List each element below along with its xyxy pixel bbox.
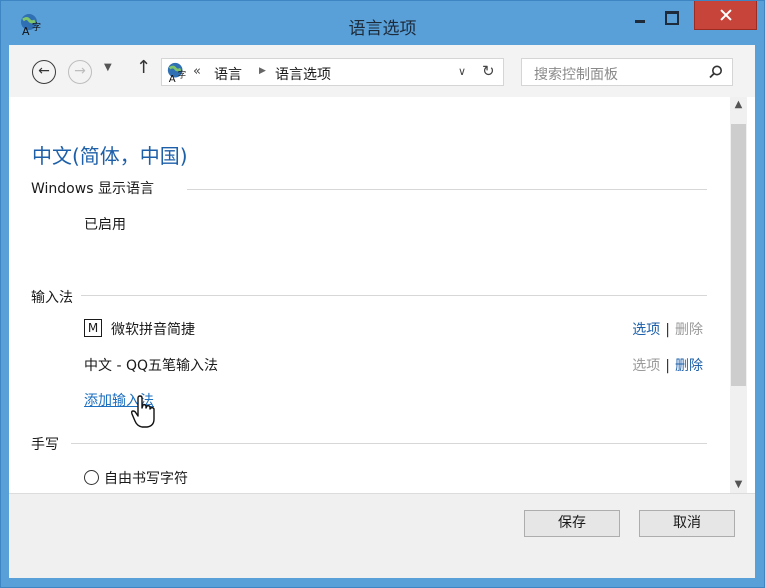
title-bar[interactable]: A 字 语言选项 bbox=[1, 1, 764, 45]
input-method-name: 微软拼音简捷 bbox=[111, 322, 195, 338]
input-method-title: 输入法 bbox=[31, 290, 73, 306]
scroll-up-arrow-icon[interactable]: ▲ bbox=[730, 99, 747, 110]
search-placeholder: 搜索控制面板 bbox=[534, 67, 618, 83]
freehand-radio-label[interactable]: 自由书写字符 bbox=[104, 468, 188, 488]
input-method-options-link: 选项 bbox=[632, 358, 661, 374]
recent-locations-icon[interactable]: ▼ bbox=[104, 62, 112, 73]
display-language-status: 已启用 bbox=[84, 217, 126, 233]
breadcrumb-arrow-icon[interactable]: ▶ bbox=[259, 66, 266, 76]
hand-cursor-icon bbox=[130, 395, 155, 428]
save-button[interactable]: 保存 bbox=[524, 510, 620, 537]
search-icon[interactable] bbox=[708, 64, 724, 80]
cancel-button[interactable]: 取消 bbox=[639, 510, 735, 537]
language-globe-icon: A 字 bbox=[167, 62, 186, 83]
divider bbox=[187, 189, 707, 190]
svg-text:A: A bbox=[169, 74, 176, 83]
input-method-badge-icon: M bbox=[84, 319, 102, 337]
forward-button[interactable]: → bbox=[68, 60, 92, 84]
input-method-remove-link: 删除 bbox=[675, 322, 703, 338]
input-method-remove-link[interactable]: 删除 bbox=[675, 358, 703, 374]
input-method-name: 中文 - QQ五笔输入法 bbox=[84, 358, 218, 374]
back-button[interactable]: ← bbox=[32, 60, 56, 84]
address-bar[interactable]: A 字 « 语言 ▶ 语言选项 ∨ ↻ bbox=[161, 58, 504, 86]
handwriting-title: 手写 bbox=[31, 437, 59, 453]
main-content: 中文(简体，中国) Windows 显示语言 已启用 输入法 M 微软拼音简捷 … bbox=[9, 97, 755, 493]
separator: | bbox=[665, 358, 670, 374]
input-method-actions: 选项 | 删除 bbox=[632, 319, 703, 339]
freehand-radio[interactable] bbox=[84, 470, 99, 485]
minimize-button[interactable] bbox=[627, 1, 653, 31]
close-button[interactable] bbox=[694, 1, 757, 30]
overflow-chevron-icon[interactable]: « bbox=[193, 64, 201, 79]
scroll-down-arrow-icon[interactable]: ▼ bbox=[730, 479, 747, 490]
address-dropdown-icon[interactable]: ∨ bbox=[458, 65, 466, 78]
navigation-bar: ← → ▼ ↑ A 字 « 语言 ▶ 语言选项 ∨ ↻ 搜索控制面板 bbox=[9, 45, 755, 97]
language-options-window: A 字 语言选项 ← → ▼ ↑ A 字 « 语言 ▶ 语言选项 ∨ ↻ 搜索控… bbox=[0, 0, 765, 588]
vertical-scrollbar[interactable]: ▲ ▼ bbox=[730, 97, 747, 493]
breadcrumb-language[interactable]: 语言 bbox=[214, 64, 242, 84]
scroll-thumb[interactable] bbox=[731, 124, 746, 386]
divider bbox=[81, 295, 707, 296]
separator: | bbox=[665, 322, 670, 338]
svg-text:字: 字 bbox=[178, 70, 186, 80]
dialog-footer: 保存 取消 bbox=[9, 493, 755, 578]
maximize-button[interactable] bbox=[658, 1, 684, 31]
up-arrow-icon[interactable]: ↑ bbox=[136, 57, 151, 78]
breadcrumb-language-options[interactable]: 语言选项 bbox=[275, 64, 331, 84]
page-title: 中文(简体，中国) bbox=[32, 144, 188, 168]
divider bbox=[71, 443, 707, 444]
search-input[interactable]: 搜索控制面板 bbox=[521, 58, 733, 86]
input-method-actions: 选项 | 删除 bbox=[632, 355, 703, 375]
refresh-icon[interactable]: ↻ bbox=[482, 62, 495, 80]
input-method-options-link[interactable]: 选项 bbox=[632, 322, 660, 338]
display-language-title: Windows 显示语言 bbox=[31, 181, 154, 197]
